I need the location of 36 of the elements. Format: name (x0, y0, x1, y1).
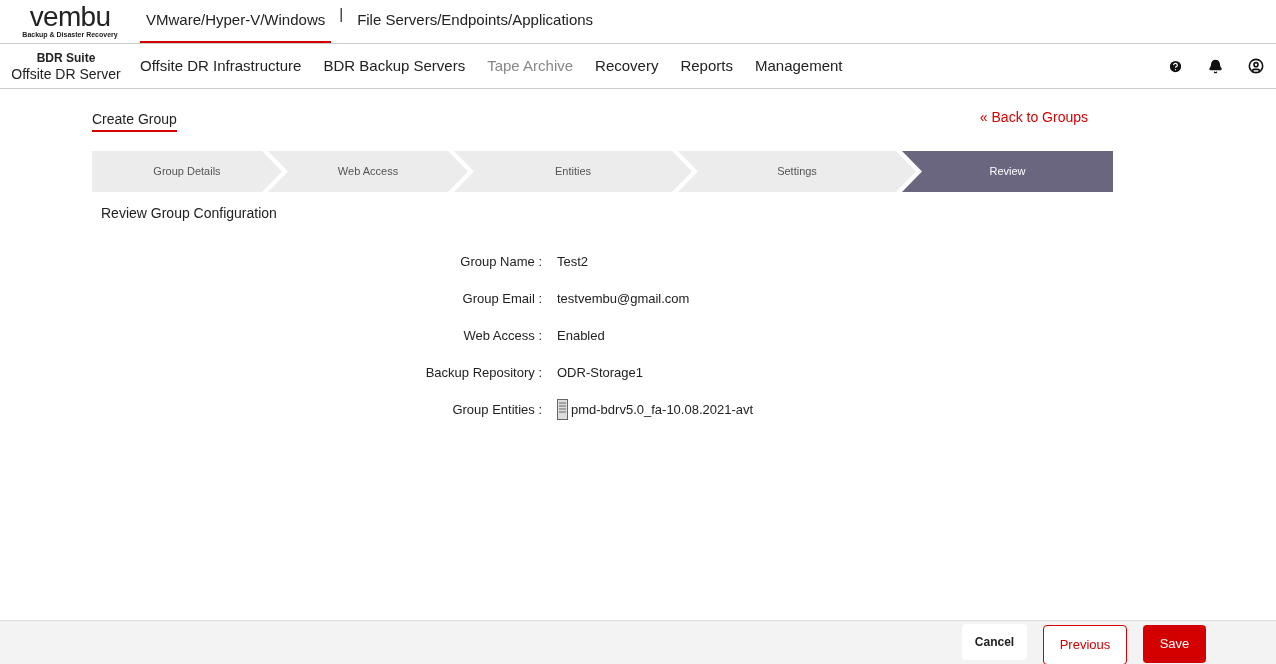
product-tab[interactable]: VMware/Hyper-V/Windows (140, 0, 332, 43)
nav-item[interactable]: Recovery (595, 54, 659, 78)
field-label: Web Access : (462, 326, 542, 345)
field-value: Test2 (557, 252, 589, 271)
nav-item[interactable]: Offsite DR Infrastructure (140, 54, 302, 78)
page-title: Create Group (92, 109, 177, 132)
field-label: Backup Repository : (424, 363, 542, 382)
nav-item[interactable]: BDR Backup Servers (323, 54, 466, 78)
wizard-step[interactable]: Group Details (92, 151, 282, 192)
help-icon[interactable] (1168, 58, 1183, 74)
field-label: Group Email : (461, 289, 542, 308)
wizard-step[interactable]: Review (902, 151, 1113, 192)
wizard-step[interactable]: Settings (678, 151, 916, 192)
field-value: ODR-Storage1 (557, 363, 643, 382)
field-label: Group Entities : (451, 400, 542, 419)
section-title: Review Group Configuration (101, 204, 278, 223)
previous-button[interactable]: Previous (1043, 624, 1127, 664)
cancel-button[interactable]: Cancel (962, 623, 1027, 660)
field-value: pmd-bdrv5.0_fa-10.08.2021-avt (571, 400, 754, 419)
logo-wordmark: vembu (29, 3, 111, 30)
save-button[interactable]: Save (1143, 624, 1206, 663)
field-label: Group Name : (459, 252, 542, 271)
suite-name: BDR Suite (36, 50, 96, 66)
tab-separator: | (338, 3, 345, 24)
field-value: testvembu@gmail.com (557, 289, 690, 308)
product-name: Offsite DR Server (11, 66, 121, 82)
notification-bell-icon[interactable] (1208, 58, 1223, 74)
nav-item[interactable]: Reports (680, 54, 733, 78)
product-tab[interactable]: File Servers/Endpoints/Applications (351, 0, 600, 43)
server-icon (557, 399, 568, 420)
wizard-step[interactable]: Entities (454, 151, 692, 192)
user-account-icon[interactable] (1248, 58, 1264, 74)
wizard-step[interactable]: Web Access (268, 151, 468, 192)
field-value: Enabled (557, 326, 605, 345)
nav-item[interactable]: Management (754, 54, 843, 78)
back-to-groups-link[interactable]: « Back to Groups (979, 107, 1088, 128)
